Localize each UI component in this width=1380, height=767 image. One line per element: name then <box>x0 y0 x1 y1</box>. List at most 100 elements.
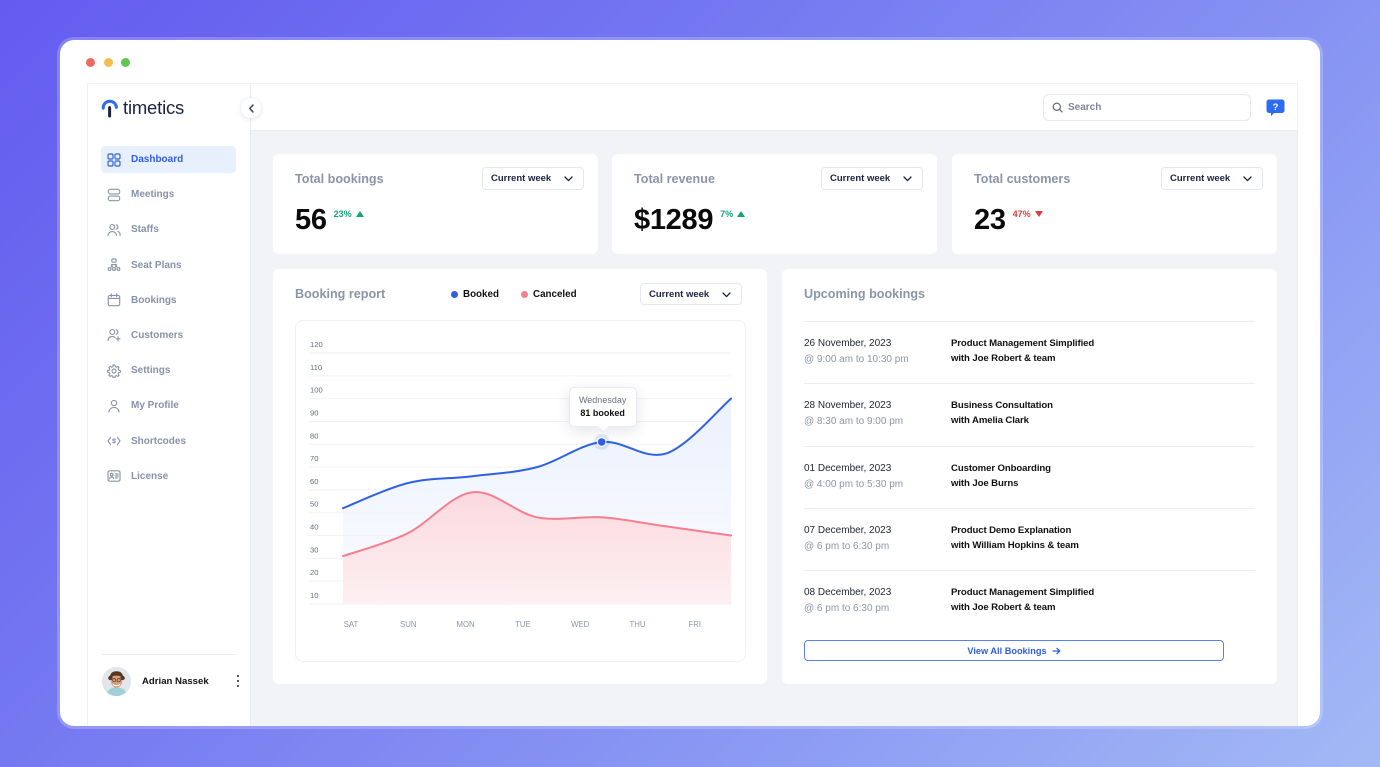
period-dropdown[interactable]: Current week <box>821 167 923 190</box>
kebab-dot-icon <box>236 679 240 683</box>
y-tick-label: 50 <box>310 500 318 509</box>
y-tick-label: 60 <box>310 477 318 486</box>
booking-date: 28 November, 2023 <box>804 400 892 412</box>
sidebar-item-staffs[interactable]: Staffs <box>101 216 236 243</box>
point-booked-sun[interactable] <box>404 479 412 487</box>
sidebar-item-settings[interactable]: Settings <box>101 357 236 384</box>
point-canceled-thu[interactable] <box>662 522 670 530</box>
sidebar-item-my-profile[interactable]: My Profile <box>101 392 236 419</box>
stat-title: Total bookings <box>295 172 384 186</box>
kebab-dot-icon <box>236 684 240 687</box>
sidebar-item-license[interactable]: License <box>101 463 236 490</box>
point-canceled-sun[interactable] <box>404 529 412 537</box>
dropdown-value: Current week <box>491 173 552 184</box>
x-tick-label: SUN <box>400 620 416 629</box>
stat-change: 23% <box>334 209 364 219</box>
booking-host: with Joe Robert & team <box>951 602 1056 614</box>
booking-list-item[interactable]: 28 November, 2023 @ 8:30 am to 9:00 pm B… <box>804 383 1255 445</box>
brand-logo[interactable]: timetics <box>101 97 184 119</box>
svg-text:?: ? <box>1273 102 1279 113</box>
dashboard-icon <box>107 152 121 167</box>
dropdown-value: Current week <box>830 173 891 184</box>
stat-title: Total revenue <box>634 172 715 186</box>
period-dropdown[interactable]: Current week <box>1161 167 1263 190</box>
stat-value-row: 56 23% <box>295 203 364 237</box>
user-profile[interactable]: Adrian Nassek <box>102 666 242 696</box>
period-dropdown[interactable]: Current week <box>640 283 742 305</box>
view-all-label: View All Bookings <box>967 645 1047 656</box>
point-canceled-mon[interactable] <box>468 488 476 496</box>
legend-item-booked[interactable]: Booked <box>451 289 499 300</box>
sidebar-item-label: Staffs <box>131 224 159 236</box>
sidebar-item-label: Shortcodes <box>131 435 187 447</box>
stat-card-total-revenue: Total revenue Current week $1289 7% <box>612 154 937 254</box>
point-canceled-wed[interactable] <box>598 513 606 521</box>
help-button[interactable]: ? <box>1266 99 1285 117</box>
y-tick-label: 120 <box>310 340 323 349</box>
topbar: ? <box>251 84 1297 131</box>
view-all-bookings-button[interactable]: View All Bookings <box>804 640 1224 661</box>
user-menu-button[interactable] <box>234 673 242 689</box>
sidebar-item-bookings[interactable]: Bookings <box>101 287 236 314</box>
booking-chart: 10 20 30 40 50 60 70 80 90 100 110 120 SAT SUN MON TUE W… <box>295 320 746 662</box>
booking-host: with Joe Burns <box>951 477 1019 489</box>
booking-title: Product Management Simplified <box>951 587 1095 599</box>
period-dropdown[interactable]: Current week <box>482 167 584 190</box>
window-maximize-button[interactable] <box>121 58 130 67</box>
sidebar-item-label: Seat Plans <box>131 259 182 271</box>
booking-title: Business Consultation <box>951 400 1053 412</box>
trend-arrow-icon <box>737 211 746 217</box>
search-box[interactable] <box>1043 94 1251 121</box>
stat-value: 56 <box>295 204 327 236</box>
sidebar-item-meetings[interactable]: Meetings <box>101 181 236 208</box>
point-booked-fri[interactable] <box>727 395 735 403</box>
x-tick-label: MON <box>456 620 474 629</box>
add-user-icon <box>107 328 121 342</box>
point-canceled-tue[interactable] <box>533 513 541 521</box>
sidebar-item-seat-plans[interactable]: Seat Plans <box>101 252 236 279</box>
chart-tooltip: Wednesday 81 booked <box>568 386 637 427</box>
brand-name: timetics <box>123 97 185 118</box>
shortcode-icon <box>107 434 121 448</box>
booking-list-item[interactable]: 08 December, 2023 @ 6 pm to 6:30 pm Prod… <box>804 570 1255 632</box>
upcoming-bookings-card: Upcoming bookings 26 November, 2023 @ 9:… <box>782 269 1277 684</box>
change-percent: 7% <box>720 209 734 219</box>
sidebar-item-label: Dashboard <box>131 154 184 165</box>
dropdown-value: Current week <box>649 288 710 300</box>
window-minimize-button[interactable] <box>104 58 113 67</box>
sidebar-item-label: Meetings <box>131 189 175 201</box>
chevron-down-icon <box>1243 176 1252 182</box>
point-booked-thu[interactable] <box>662 449 670 457</box>
window-close-button[interactable] <box>86 58 95 67</box>
chevron-left-icon <box>248 103 254 113</box>
booking-title: Product Management Simplified <box>951 338 1095 349</box>
sidebar-item-dashboard[interactable]: Dashboard <box>101 146 236 173</box>
booking-title: Product Demo Explanation <box>951 524 1072 536</box>
point-booked-sat[interactable] <box>339 504 347 512</box>
search-input[interactable] <box>1068 102 1238 113</box>
booking-list-item[interactable]: 26 November, 2023 @ 9:00 am to 10:30 pm … <box>804 321 1255 383</box>
sidebar-item-customers[interactable]: Customers <box>101 322 236 349</box>
point-booked-tue[interactable] <box>533 463 541 471</box>
point-canceled-fri[interactable] <box>727 532 735 540</box>
avatar[interactable] <box>102 666 131 696</box>
x-tick-label: TUE <box>515 620 531 629</box>
sidebar-item-shortcodes[interactable]: Shortcodes <box>101 428 236 455</box>
chevron-down-icon <box>903 176 912 182</box>
tooltip-value: 81 booked <box>580 407 625 418</box>
booking-list-item[interactable]: 01 December, 2023 @ 4:00 pm to 5:30 pm C… <box>804 445 1255 508</box>
y-tick-label: 80 <box>310 431 318 440</box>
y-tick-label: 110 <box>310 363 322 372</box>
booking-date: 01 December, 2023 <box>804 462 892 474</box>
booking-host: with Joe Robert & team <box>951 353 1056 364</box>
legend-item-canceled[interactable]: Canceled <box>521 289 577 300</box>
booking-list-item[interactable]: 07 December, 2023 @ 6 pm to 6:30 pm Prod… <box>804 507 1255 570</box>
booking-report-card: Booking report Booked Canceled Current w… <box>273 269 767 684</box>
collapse-sidebar-button[interactable] <box>241 98 261 118</box>
point-canceled-sat[interactable] <box>339 552 347 560</box>
point-booked-mon[interactable] <box>468 472 476 480</box>
trend-arrow-icon <box>1034 211 1043 217</box>
x-tick-label: WED <box>571 620 590 629</box>
active-data-point[interactable] <box>596 437 607 447</box>
upcoming-bookings-title: Upcoming bookings <box>804 287 926 301</box>
